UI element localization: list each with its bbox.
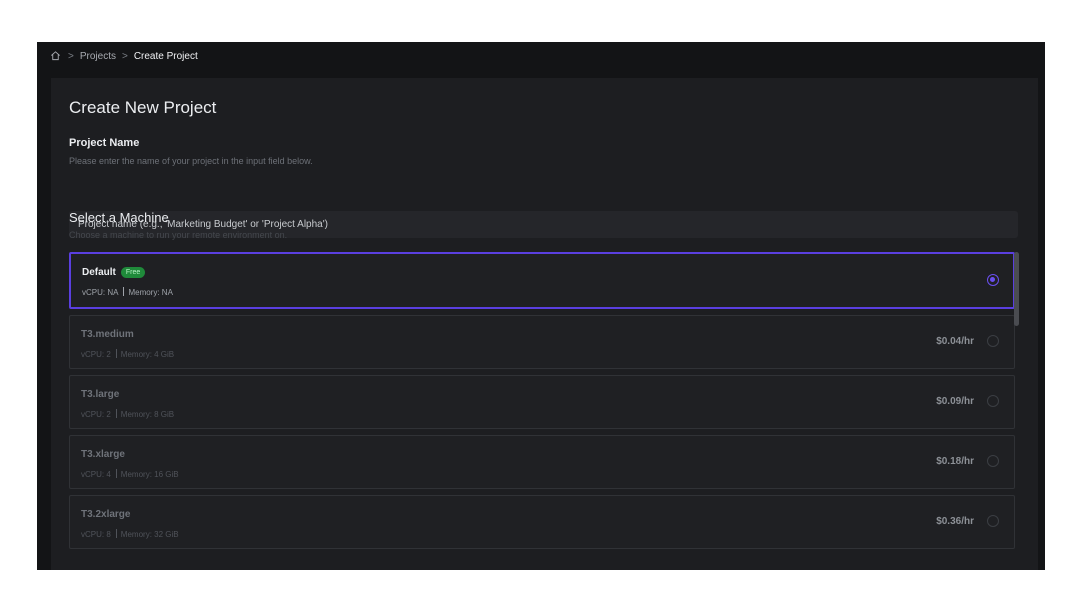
machine-specs: vCPU: 8 Memory: 32 GiB xyxy=(81,529,179,539)
radio-icon[interactable] xyxy=(987,515,999,527)
machine-specs: vCPU: 4 Memory: 16 GiB xyxy=(81,469,179,479)
machine-vcpu: vCPU: 2 xyxy=(81,350,111,359)
machine-section-hint: Choose a machine to run your remote envi… xyxy=(69,230,288,240)
project-name-label: Project Name xyxy=(69,137,140,149)
free-badge: Free xyxy=(120,267,146,278)
machine-vcpu: vCPU: 8 xyxy=(81,530,111,539)
machine-option-default[interactable]: Default Free vCPU: NA Memory: NA xyxy=(69,252,1015,309)
machine-memory: Memory: 4 GiB xyxy=(120,350,175,359)
machine-option-t3-xlarge[interactable]: T3.xlarge vCPU: 4 Memory: 16 GiB $0.18/hr xyxy=(69,435,1015,489)
breadcrumb-projects-link[interactable]: Projects xyxy=(80,51,116,62)
machine-specs: vCPU: NA Memory: NA xyxy=(82,287,173,297)
radio-icon[interactable] xyxy=(987,455,999,467)
machine-name: T3.xlarge xyxy=(81,449,125,460)
breadcrumb-separator: > xyxy=(121,50,128,62)
app-window: > Projects > Create Project Create New P… xyxy=(37,42,1045,570)
machine-price: $0.36/hr xyxy=(936,516,974,527)
machine-price: $0.18/hr xyxy=(936,456,974,467)
machine-name: T3.2xlarge xyxy=(81,509,131,520)
breadcrumb-current: Create Project xyxy=(133,50,198,62)
machine-specs: vCPU: 2 Memory: 8 GiB xyxy=(81,409,174,419)
machine-list: Default Free vCPU: NA Memory: NA T3.medium… xyxy=(69,252,1015,555)
machine-memory: Memory: NA xyxy=(128,288,173,297)
radio-selected-icon[interactable] xyxy=(987,274,999,286)
machine-price: $0.09/hr xyxy=(936,396,974,407)
machine-price: $0.04/hr xyxy=(936,336,974,347)
radio-icon[interactable] xyxy=(987,395,999,407)
breadcrumb-separator: > xyxy=(68,50,74,62)
machine-list-scrollbar[interactable] xyxy=(1014,252,1019,326)
machine-name: T3.large xyxy=(81,389,120,400)
machine-specs: vCPU: 2 Memory: 4 GiB xyxy=(81,349,174,359)
machine-vcpu: vCPU: NA xyxy=(82,288,119,297)
machine-option-t3-medium[interactable]: T3.medium vCPU: 2 Memory: 4 GiB $0.04/hr xyxy=(69,315,1015,369)
machine-memory: Memory: 32 GiB xyxy=(120,530,179,539)
machine-name: T3.medium xyxy=(81,329,134,340)
machine-section-title: Select a Machine xyxy=(69,210,169,225)
machine-name: Default Free xyxy=(82,267,146,278)
machine-vcpu: vCPU: 2 xyxy=(81,410,111,419)
project-name-hint: Please enter the name of your project in… xyxy=(69,156,313,166)
machine-option-t3-large[interactable]: T3.large vCPU: 2 Memory: 8 GiB $0.09/hr xyxy=(69,375,1015,429)
machine-memory: Memory: 8 GiB xyxy=(120,410,175,419)
home-icon[interactable] xyxy=(50,50,62,62)
page-title: Create New Project xyxy=(69,98,217,117)
machine-option-t3-2xlarge[interactable]: T3.2xlarge vCPU: 8 Memory: 32 GiB $0.36/h… xyxy=(69,495,1015,549)
breadcrumb: > Projects > Create Project xyxy=(37,42,1045,70)
radio-icon[interactable] xyxy=(987,335,999,347)
machine-memory: Memory: 16 GiB xyxy=(120,470,179,479)
create-project-panel: Create New Project Project Name Please e… xyxy=(51,78,1038,570)
machine-vcpu: vCPU: 4 xyxy=(81,470,111,479)
